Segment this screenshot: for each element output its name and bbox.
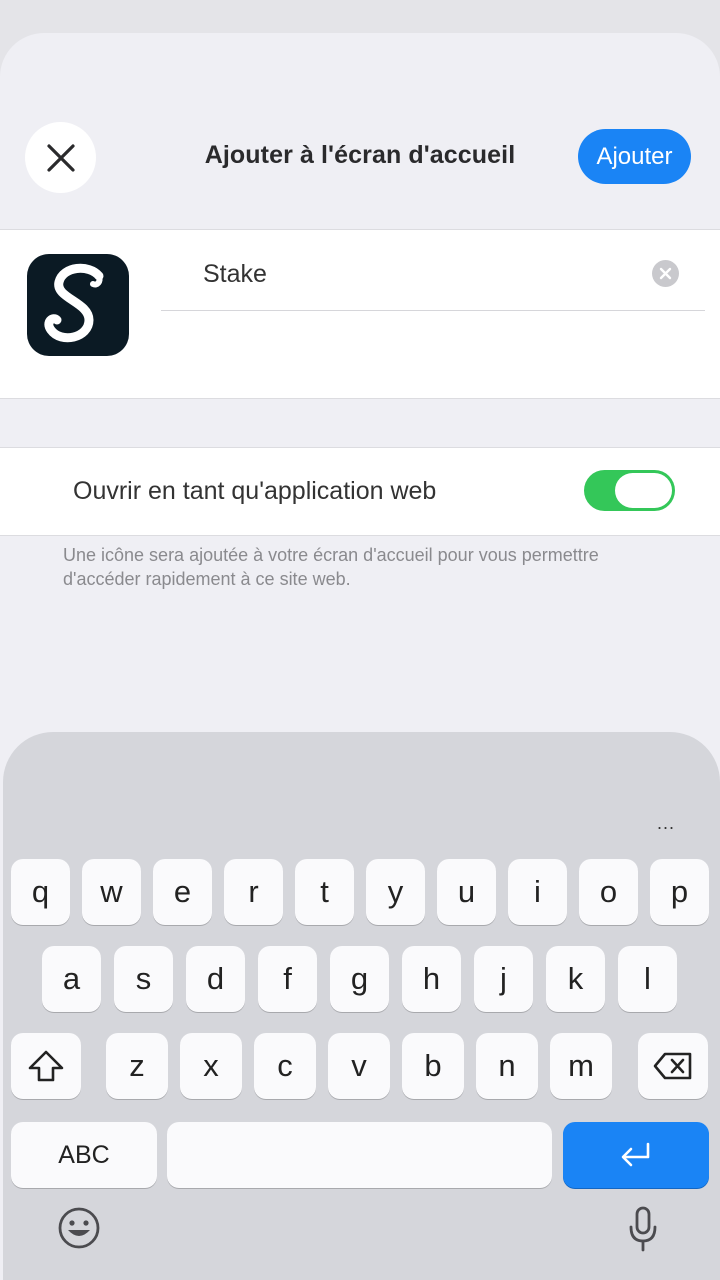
microphone-icon [629,1206,657,1252]
key-k[interactable]: k [546,946,605,1012]
key-h[interactable]: h [402,946,461,1012]
key-a[interactable]: a [42,946,101,1012]
key-y[interactable]: y [366,859,425,925]
emoji-button[interactable] [55,1204,103,1252]
keyboard: ... q w e r t y u i o p a s d f g h j k … [3,732,720,1280]
key-s[interactable]: s [114,946,173,1012]
emoji-icon [58,1207,100,1249]
dictation-button[interactable] [619,1204,667,1254]
shift-icon [28,1050,64,1082]
toggle-knob [615,473,672,508]
backspace-icon [653,1052,692,1080]
key-r[interactable]: r [224,859,283,925]
backspace-key[interactable] [638,1033,708,1099]
return-key[interactable] [563,1122,709,1188]
key-p[interactable]: p [650,859,709,925]
abc-key[interactable]: ABC [11,1122,157,1188]
key-m[interactable]: m [550,1033,612,1099]
key-n[interactable]: n [476,1033,538,1099]
key-b[interactable]: b [402,1033,464,1099]
sheet-header: Ajouter à l'écran d'accueil Ajouter [0,33,720,229]
more-options-button[interactable]: ... [657,813,675,834]
key-z[interactable]: z [106,1033,168,1099]
clear-text-button[interactable] [652,260,679,287]
key-l[interactable]: l [618,946,677,1012]
key-i[interactable]: i [508,859,567,925]
stake-app-icon [27,254,129,356]
description-text: Une icône sera ajoutée à votre écran d'a… [63,545,599,589]
app-name-field [161,230,705,311]
web-app-toggle[interactable] [584,470,675,511]
key-j[interactable]: j [474,946,533,1012]
key-u[interactable]: u [437,859,496,925]
app-info-card [0,229,720,399]
space-key[interactable] [167,1122,552,1188]
key-w[interactable]: w [82,859,141,925]
key-x[interactable]: x [180,1033,242,1099]
key-g[interactable]: g [330,946,389,1012]
app-name-input[interactable] [203,260,623,289]
key-q[interactable]: q [11,859,70,925]
clear-icon [659,267,672,280]
key-f[interactable]: f [258,946,317,1012]
key-d[interactable]: d [186,946,245,1012]
shift-key[interactable] [11,1033,81,1099]
return-icon [621,1142,650,1167]
key-c[interactable]: c [254,1033,316,1099]
key-e[interactable]: e [153,859,212,925]
key-t[interactable]: t [295,859,354,925]
web-app-setting-row: Ouvrir en tant qu'application web [0,447,720,536]
key-v[interactable]: v [328,1033,390,1099]
web-app-label: Ouvrir en tant qu'application web [73,477,437,505]
add-button[interactable]: Ajouter [578,129,691,184]
key-o[interactable]: o [579,859,638,925]
